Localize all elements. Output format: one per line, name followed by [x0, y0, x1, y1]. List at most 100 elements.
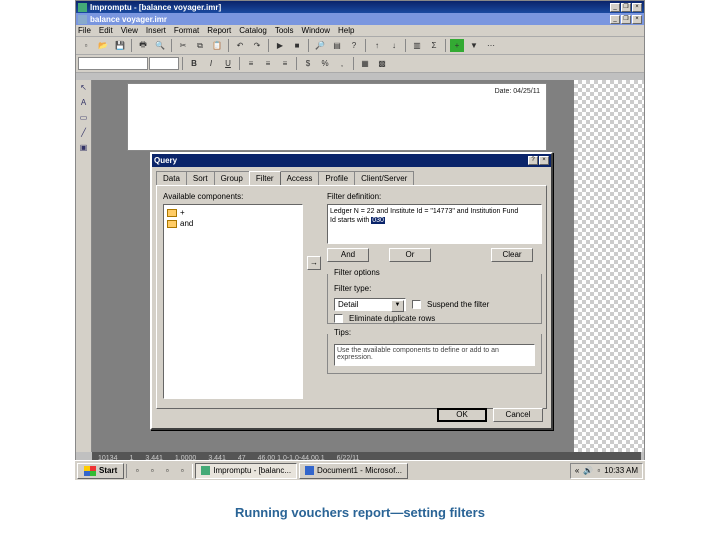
minimize-button[interactable]: _ [610, 3, 620, 12]
clear-button[interactable]: Clear [491, 248, 533, 262]
menu-file[interactable]: File [78, 26, 91, 35]
start-button[interactable]: Start [77, 463, 124, 479]
query-icon[interactable]: ? [346, 38, 362, 53]
ql-icon[interactable]: ▫ [145, 464, 159, 478]
ql-icon[interactable]: ▫ [130, 464, 144, 478]
mdi-titlebar: balance voyager.imr _ ❐ × [76, 13, 644, 25]
currency-icon[interactable]: $ [300, 56, 316, 71]
menubar: File Edit View Insert Format Report Cata… [76, 25, 644, 37]
clock: 10:33 AM [604, 466, 638, 475]
fill-icon[interactable]: ▩ [374, 56, 390, 71]
tray-icon[interactable]: 🔊 [583, 466, 593, 475]
copy-icon[interactable]: ⧉ [192, 38, 208, 53]
tray-icon[interactable]: ▫ [597, 466, 600, 475]
close-button[interactable]: × [632, 3, 642, 12]
tree-item: and [166, 218, 300, 229]
comma-icon[interactable]: , [334, 56, 350, 71]
text-tool-icon[interactable]: A [77, 96, 91, 110]
figure-caption: Running vouchers report—setting filters [0, 505, 720, 520]
percent-icon[interactable]: % [317, 56, 333, 71]
sum-icon[interactable]: Σ [426, 38, 442, 53]
run-icon[interactable]: ▶ [272, 38, 288, 53]
menu-insert[interactable]: Insert [146, 26, 166, 35]
report-page: Date: 04/25/11 [127, 83, 547, 151]
mdi-minimize-button[interactable]: _ [610, 15, 620, 24]
undo-icon[interactable]: ↶ [232, 38, 248, 53]
more-icon[interactable]: ⋯ [483, 38, 499, 53]
eliminate-checkbox[interactable] [334, 314, 343, 323]
align-right-icon[interactable]: ≡ [277, 56, 293, 71]
filter-text-2: Id starts with [330, 217, 369, 224]
preview-icon[interactable]: 🔍 [152, 38, 168, 53]
tab-filter[interactable]: Filter [249, 171, 281, 185]
ok-button[interactable]: OK [437, 408, 487, 422]
taskbar-task[interactable]: Impromptu - [balanc... [195, 463, 297, 479]
taskbar-task[interactable]: Document1 - Microsof... [299, 463, 408, 479]
save-icon[interactable]: 💾 [112, 38, 128, 53]
redo-icon[interactable]: ↷ [249, 38, 265, 53]
font-combo[interactable] [78, 57, 148, 70]
align-center-icon[interactable]: ≡ [260, 56, 276, 71]
filter-icon[interactable]: ▼ [466, 38, 482, 53]
menu-window[interactable]: Window [302, 26, 330, 35]
cut-icon[interactable]: ✂ [175, 38, 191, 53]
filter-text-1: Ledger N = 22 and Institute Id = "14773"… [330, 208, 518, 215]
menu-format[interactable]: Format [174, 26, 199, 35]
tab-access[interactable]: Access [280, 171, 320, 185]
or-button[interactable]: Or [389, 248, 431, 262]
sort-asc-icon[interactable]: ↑ [369, 38, 385, 53]
chart-icon[interactable]: ▥ [409, 38, 425, 53]
size-combo[interactable] [149, 57, 179, 70]
new-icon[interactable]: ▫ [78, 38, 94, 53]
mdi-close-button[interactable]: × [632, 15, 642, 24]
folder-icon [167, 220, 177, 228]
cancel-button[interactable]: Cancel [493, 408, 543, 422]
borders-icon[interactable]: ▦ [357, 56, 373, 71]
line-tool-icon[interactable]: ╱ [77, 126, 91, 140]
suspend-checkbox[interactable] [412, 300, 421, 309]
sort-desc-icon[interactable]: ↓ [386, 38, 402, 53]
and-button[interactable]: And [327, 248, 369, 262]
menu-tools[interactable]: Tools [275, 26, 294, 35]
catalog-icon[interactable]: ▤ [329, 38, 345, 53]
plus-icon[interactable]: + [449, 38, 465, 53]
open-icon[interactable]: 📂 [95, 38, 111, 53]
italic-icon[interactable]: I [203, 56, 219, 71]
dialog-close-button[interactable]: × [539, 156, 549, 165]
available-tree[interactable]: + and [163, 204, 303, 399]
menu-report[interactable]: Report [207, 26, 231, 35]
print-icon[interactable]: 🖶 [135, 38, 151, 53]
dialog-title: Query [154, 156, 528, 165]
pointer-icon[interactable]: ↖ [77, 81, 91, 95]
frame-tool-icon[interactable]: ▭ [77, 111, 91, 125]
tab-clientserver[interactable]: Client/Server [354, 171, 414, 185]
mdi-restore-button[interactable]: ❐ [621, 15, 631, 24]
menu-edit[interactable]: Edit [99, 26, 113, 35]
find-icon[interactable]: 🔎 [312, 38, 328, 53]
tab-sort[interactable]: Sort [186, 171, 215, 185]
menu-help[interactable]: Help [338, 26, 354, 35]
filter-definition-box[interactable]: Ledger N = 22 and Institute Id = "14773"… [327, 204, 542, 244]
add-arrow-button[interactable]: → [307, 256, 321, 270]
ql-icon[interactable]: ▫ [175, 464, 189, 478]
menu-catalog[interactable]: Catalog [239, 26, 267, 35]
tray-icon[interactable]: « [575, 466, 579, 475]
image-tool-icon[interactable]: ▣ [77, 141, 91, 155]
dialog-help-button[interactable]: ? [528, 156, 538, 165]
filter-type-combo[interactable]: Detail [334, 298, 406, 311]
ql-icon[interactable]: ▫ [160, 464, 174, 478]
bold-icon[interactable]: B [186, 56, 202, 71]
tree-label: + [180, 208, 185, 217]
restore-button[interactable]: ❐ [621, 3, 631, 12]
tree-item: + [166, 207, 300, 218]
tab-data[interactable]: Data [156, 171, 187, 185]
tab-group[interactable]: Group [214, 171, 250, 185]
underline-icon[interactable]: U [220, 56, 236, 71]
menu-view[interactable]: View [121, 26, 138, 35]
stop-icon[interactable]: ■ [289, 38, 305, 53]
tips-group: Use the available components to define o… [327, 334, 542, 374]
tab-profile[interactable]: Profile [318, 171, 355, 185]
filterdef-label: Filter definition: [327, 192, 381, 201]
align-left-icon[interactable]: ≡ [243, 56, 259, 71]
paste-icon[interactable]: 📋 [209, 38, 225, 53]
